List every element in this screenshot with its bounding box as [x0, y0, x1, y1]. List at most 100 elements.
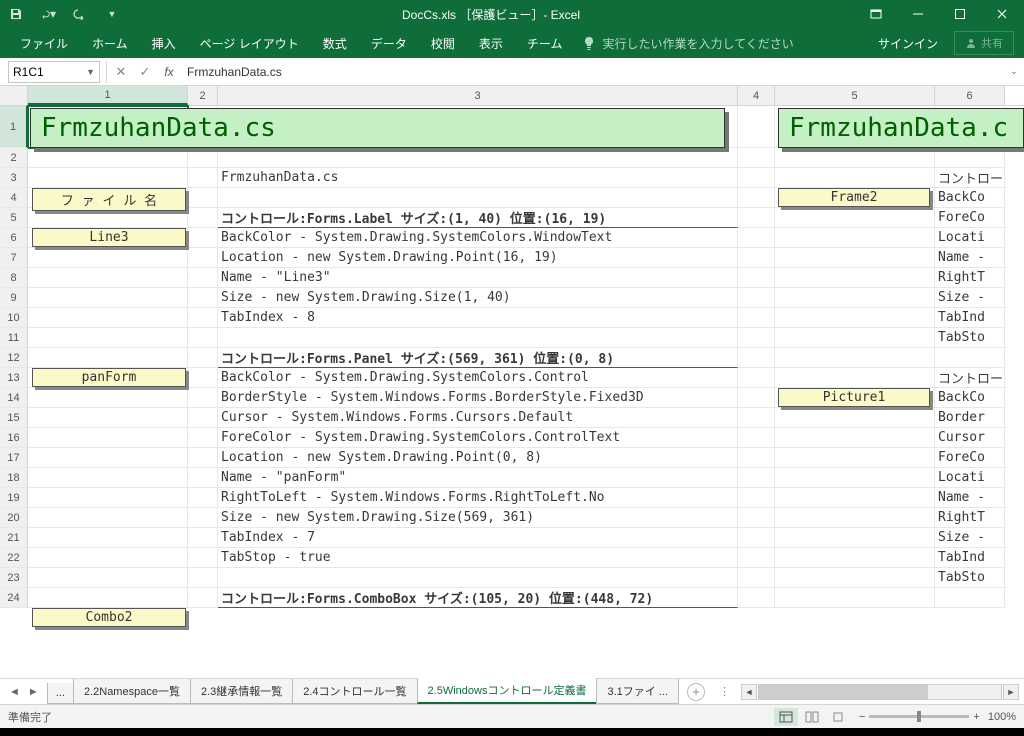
- cell[interactable]: [28, 528, 188, 548]
- cell[interactable]: Size - new System.Drawing.Size(1, 40): [218, 288, 738, 308]
- undo-icon[interactable]: ▾: [40, 6, 56, 22]
- cell[interactable]: [738, 328, 775, 348]
- cell[interactable]: コントロー: [935, 368, 1005, 388]
- tab-formulas[interactable]: 数式: [313, 29, 357, 58]
- cell[interactable]: [738, 548, 775, 568]
- tab-data[interactable]: データ: [361, 29, 417, 58]
- cell[interactable]: ForeColor - System.Drawing.SystemColors.…: [218, 428, 738, 448]
- cell[interactable]: RightT: [935, 268, 1005, 288]
- sheet-divider-icon[interactable]: ⋮: [713, 685, 736, 698]
- cell[interactable]: BackCo: [935, 188, 1005, 208]
- cell[interactable]: [188, 448, 218, 468]
- cell[interactable]: Locati: [935, 468, 1005, 488]
- cell[interactable]: [188, 168, 218, 188]
- cell[interactable]: [188, 248, 218, 268]
- add-sheet-button[interactable]: +: [687, 683, 705, 701]
- row-header[interactable]: 15: [0, 408, 28, 428]
- cell[interactable]: [935, 148, 1005, 168]
- cell[interactable]: [935, 348, 1005, 368]
- tell-me[interactable]: 実行したい作業を入力してください: [582, 35, 793, 52]
- cell[interactable]: [935, 588, 1005, 608]
- cell[interactable]: [775, 248, 935, 268]
- cell[interactable]: [775, 468, 935, 488]
- col-header-2[interactable]: 2: [188, 86, 218, 105]
- cell[interactable]: [775, 408, 935, 428]
- cell[interactable]: Cursor: [935, 428, 1005, 448]
- cell[interactable]: Location - new System.Drawing.Point(16, …: [218, 248, 738, 268]
- cell[interactable]: [738, 448, 775, 468]
- sheet-tab-2[interactable]: 2.4コントロール一覧: [292, 679, 417, 704]
- cell[interactable]: [738, 408, 775, 428]
- cell[interactable]: [775, 288, 935, 308]
- row-header[interactable]: 13: [0, 368, 28, 388]
- cell[interactable]: [28, 148, 188, 168]
- cell[interactable]: [738, 368, 775, 388]
- cell[interactable]: [188, 528, 218, 548]
- row-header[interactable]: 14: [0, 388, 28, 408]
- cell[interactable]: [738, 188, 775, 208]
- cell[interactable]: [738, 148, 775, 168]
- sheet-tab-3[interactable]: 2.5Windowsコントロール定義書: [417, 678, 598, 704]
- cell[interactable]: [738, 308, 775, 328]
- zoom-slider[interactable]: − +: [859, 711, 980, 723]
- col-header-5[interactable]: 5: [775, 86, 935, 105]
- tab-file[interactable]: ファイル: [10, 29, 78, 58]
- cell[interactable]: [28, 568, 188, 588]
- cell[interactable]: [188, 388, 218, 408]
- row-header[interactable]: 21: [0, 528, 28, 548]
- cell[interactable]: [28, 328, 188, 348]
- tab-pagelayout[interactable]: ページ レイアウト: [190, 29, 309, 58]
- cell[interactable]: [738, 168, 775, 188]
- save-icon[interactable]: [8, 6, 24, 22]
- row-header[interactable]: 19: [0, 488, 28, 508]
- signin-link[interactable]: サインイン: [878, 35, 938, 52]
- enter-icon[interactable]: ✓: [133, 61, 157, 83]
- row-header[interactable]: 16: [0, 428, 28, 448]
- tab-view[interactable]: 表示: [469, 29, 513, 58]
- view-pagebreak-icon[interactable]: [826, 708, 850, 726]
- col-header-6[interactable]: 6: [935, 86, 1005, 105]
- cell[interactable]: [188, 468, 218, 488]
- cell[interactable]: RightT: [935, 508, 1005, 528]
- cell[interactable]: TabInd: [935, 308, 1005, 328]
- horizontal-scrollbar[interactable]: ◄ ►: [736, 684, 1024, 700]
- cell[interactable]: Size -: [935, 528, 1005, 548]
- cell[interactable]: [188, 428, 218, 448]
- cell[interactable]: RightToLeft - System.Windows.Forms.Right…: [218, 488, 738, 508]
- cell[interactable]: [775, 348, 935, 368]
- cell[interactable]: [188, 328, 218, 348]
- ribbon-display-icon[interactable]: [866, 4, 886, 24]
- row-header[interactable]: 24: [0, 588, 28, 608]
- col-header-4[interactable]: 4: [738, 86, 775, 105]
- cell[interactable]: [188, 348, 218, 368]
- cell[interactable]: [775, 228, 935, 248]
- row-header[interactable]: 3: [0, 168, 28, 188]
- sheet-nav-prev-icon[interactable]: ◄: [6, 684, 23, 700]
- row-header[interactable]: 23: [0, 568, 28, 588]
- cell[interactable]: [738, 288, 775, 308]
- row-header[interactable]: 8: [0, 268, 28, 288]
- row-header[interactable]: 1: [0, 106, 28, 148]
- cell[interactable]: [28, 208, 188, 228]
- cell[interactable]: コントロー: [935, 168, 1005, 188]
- cell[interactable]: ForeCo: [935, 448, 1005, 468]
- cell[interactable]: [218, 568, 738, 588]
- cell[interactable]: [738, 508, 775, 528]
- row-header[interactable]: 18: [0, 468, 28, 488]
- cell[interactable]: コントロール:Forms.ComboBox サイズ:(105, 20) 位置:(…: [218, 588, 738, 608]
- cell[interactable]: [775, 328, 935, 348]
- cell[interactable]: [28, 508, 188, 528]
- cell[interactable]: [738, 568, 775, 588]
- fx-icon[interactable]: fx: [157, 61, 181, 83]
- cell[interactable]: [775, 208, 935, 228]
- cell[interactable]: [188, 308, 218, 328]
- cell[interactable]: [28, 488, 188, 508]
- row-header[interactable]: 12: [0, 348, 28, 368]
- cell[interactable]: Name -: [935, 248, 1005, 268]
- cell[interactable]: Location - new System.Drawing.Point(0, 8…: [218, 448, 738, 468]
- tab-team[interactable]: チーム: [517, 29, 573, 58]
- sheet-tab-4[interactable]: 3.1ファイ ...: [596, 679, 679, 704]
- cell[interactable]: [738, 106, 775, 148]
- cell[interactable]: [28, 168, 188, 188]
- cell[interactable]: [188, 268, 218, 288]
